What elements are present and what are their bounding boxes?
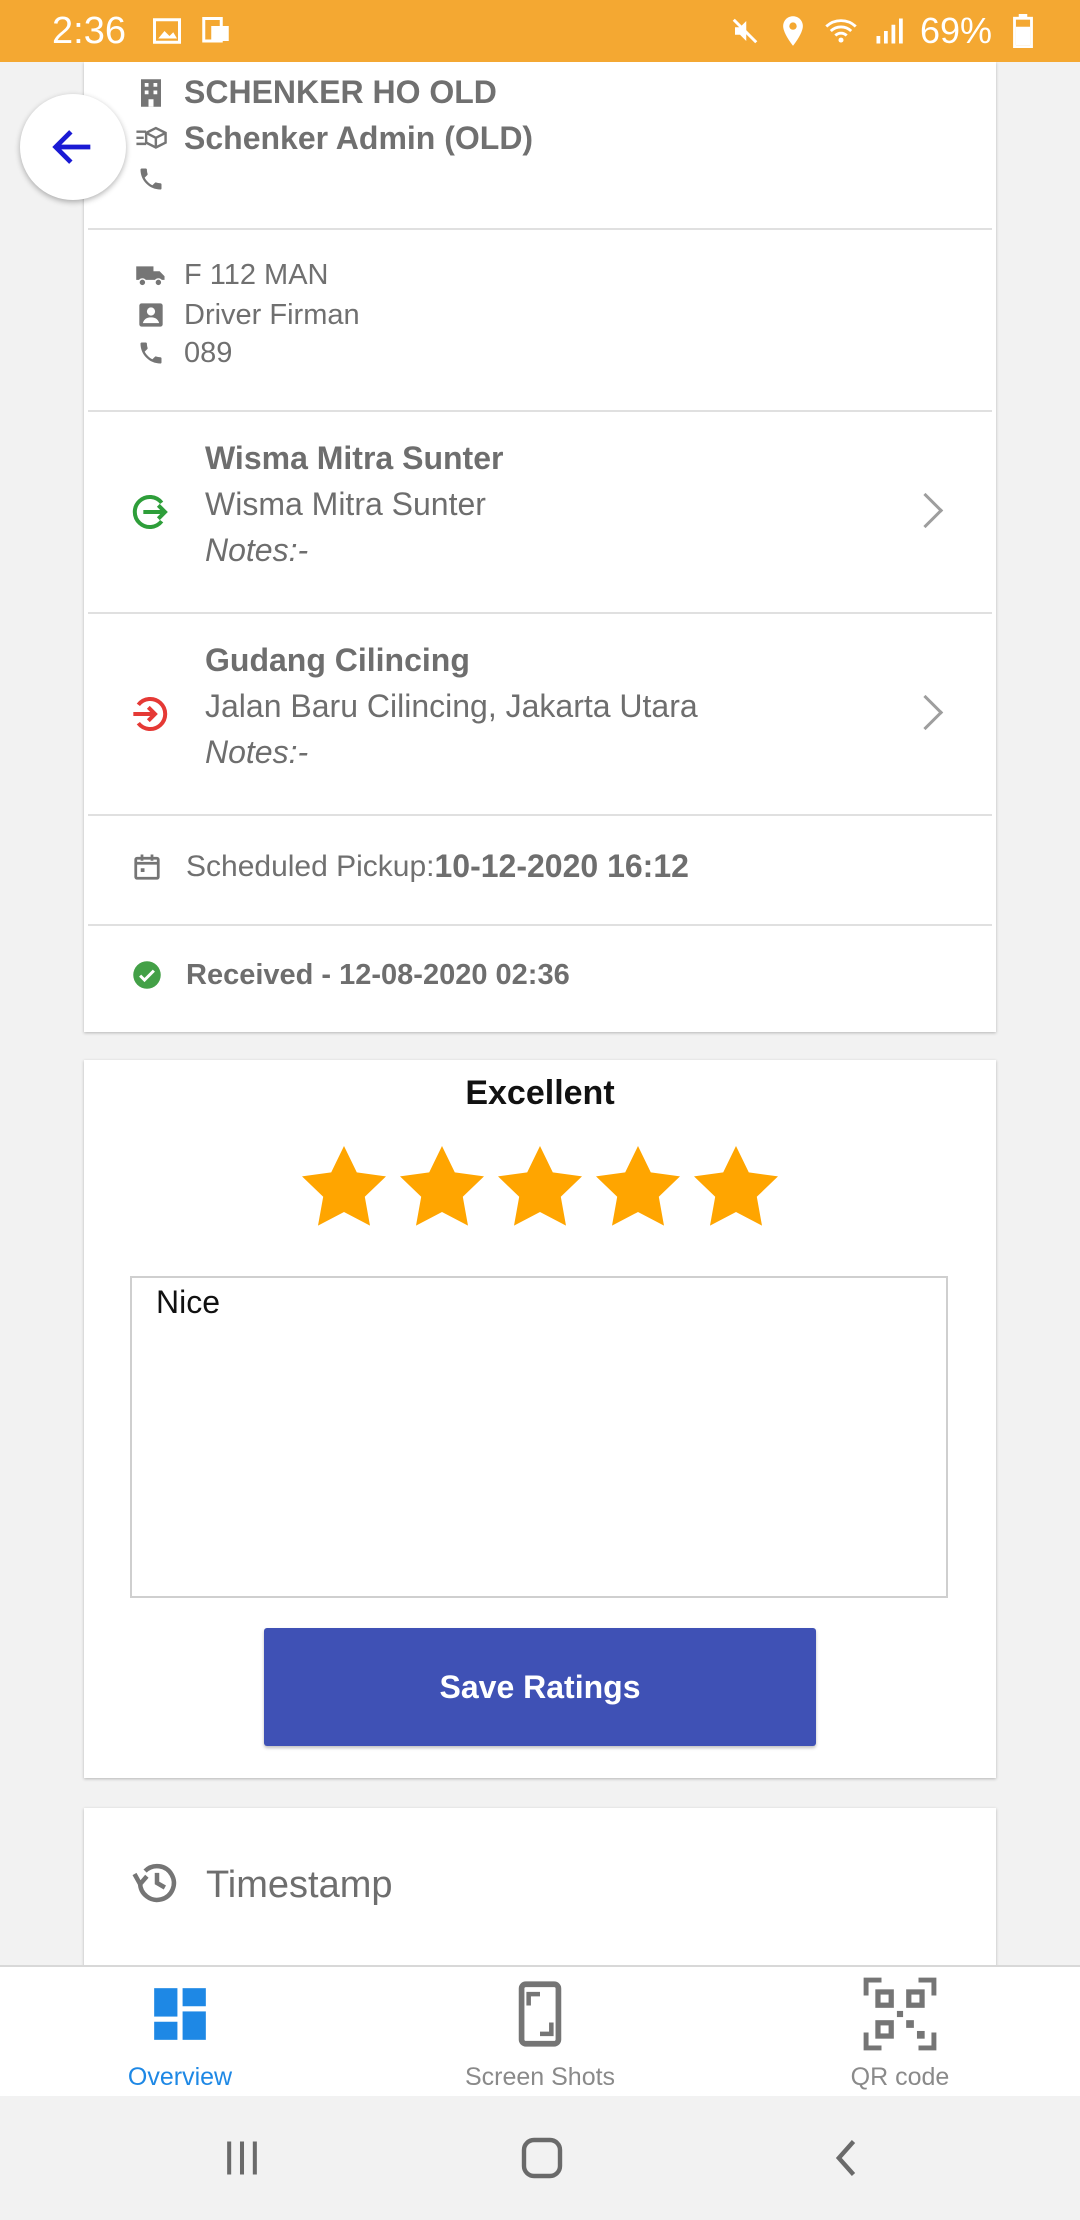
dropoff-icon <box>130 694 170 739</box>
origin-title: Wisma Mitra Sunter <box>205 440 504 476</box>
schedule-section: Scheduled Pickup: 10-12-2020 16:12 <box>88 814 992 926</box>
dashboard-icon <box>143 1977 217 2051</box>
status-time: 2:36 <box>52 10 126 52</box>
schedule-label: Scheduled Pickup: <box>186 849 435 883</box>
phone-icon[interactable] <box>134 336 168 370</box>
back-button[interactable] <box>20 94 126 200</box>
shipment-card: SCHENKER HO OLD Schenker Admin (OLD) F 1… <box>84 62 996 1032</box>
destination-location[interactable]: Gudang Cilincing Jalan Baru Cilincing, J… <box>88 612 992 816</box>
destination-address: Jalan Baru Cilincing, Jakarta Utara <box>205 688 698 724</box>
cast-icon <box>198 14 232 48</box>
destination-notes: Notes:- <box>205 734 309 770</box>
truck-icon <box>134 258 168 292</box>
arrow-back-icon <box>52 130 91 164</box>
status-bar: 2:36 69% <box>0 0 1080 62</box>
star-icon[interactable] <box>590 1140 686 1236</box>
battery-icon <box>1006 14 1040 48</box>
nav-screenshots[interactable]: Screen Shots <box>410 1967 670 2097</box>
check-circle-icon <box>130 958 164 992</box>
wifi-icon <box>824 14 858 48</box>
qr-code-icon <box>863 1977 937 2051</box>
driver-icon <box>134 298 168 332</box>
schedule-value: 10-12-2020 16:12 <box>434 848 689 884</box>
star-rating[interactable] <box>84 1140 996 1236</box>
nav-qrcode[interactable]: QR code <box>770 1967 1030 2097</box>
status-text: Received - 12-08-2020 02:36 <box>186 958 570 991</box>
chevron-right-icon <box>907 492 944 529</box>
timestamp-label: Timestamp <box>206 1864 393 1906</box>
star-icon[interactable] <box>394 1140 490 1236</box>
location-icon <box>776 14 810 48</box>
home-icon[interactable] <box>518 2134 566 2187</box>
origin-notes: Notes:- <box>205 532 309 568</box>
nav-overview-label: Overview <box>127 2063 233 2091</box>
destination-title: Gudang Cilincing <box>205 642 470 678</box>
chevron-right-icon <box>907 694 944 731</box>
battery-percent: 69% <box>919 10 992 51</box>
nav-overview[interactable]: Overview <box>50 1967 310 2097</box>
company-name: SCHENKER HO OLD <box>184 74 497 110</box>
driver-phone: 089 <box>184 336 233 369</box>
mute-icon <box>728 14 762 48</box>
signal-icon <box>872 14 906 48</box>
system-back-icon[interactable] <box>826 2136 870 2185</box>
nav-screenshots-label: Screen Shots <box>464 2063 616 2091</box>
origin-address: Wisma Mitra Sunter <box>205 486 486 522</box>
admin-icon <box>134 122 168 156</box>
recent-apps-icon[interactable] <box>220 2136 264 2185</box>
save-ratings-button[interactable]: Save Ratings <box>264 1628 816 1746</box>
history-icon <box>130 1856 184 1915</box>
company-section: SCHENKER HO OLD Schenker Admin (OLD) <box>88 62 992 230</box>
star-icon[interactable] <box>492 1140 588 1236</box>
calendar-icon <box>130 850 164 884</box>
driver-name: Driver Firman <box>184 298 360 331</box>
content-scroll[interactable]: SCHENKER HO OLD Schenker Admin (OLD) F 1… <box>0 62 1080 1966</box>
timestamp-card[interactable]: Timestamp <box>84 1808 996 1966</box>
bottom-nav: Overview Screen Shots QR code <box>0 1965 1080 2097</box>
phone-screenshot-icon <box>503 1977 577 2051</box>
rating-comment-input[interactable]: Nice <box>130 1276 948 1598</box>
status-section: Received - 12-08-2020 02:36 <box>88 924 992 1032</box>
building-icon <box>134 76 168 110</box>
star-icon[interactable] <box>688 1140 784 1236</box>
origin-location[interactable]: Wisma Mitra Sunter Wisma Mitra Sunter No… <box>88 410 992 614</box>
image-icon <box>150 14 184 48</box>
pickup-icon <box>130 492 170 537</box>
rating-label: Excellent <box>465 1074 615 1112</box>
vehicle-section: F 112 MAN Driver Firman 089 <box>88 228 992 412</box>
nav-qrcode-label: QR code <box>850 2063 950 2091</box>
rating-card: Excellent Nice Save Ratings <box>84 1060 996 1778</box>
company-admin: Schenker Admin (OLD) <box>184 120 534 156</box>
vehicle-plate: F 112 MAN <box>184 258 329 291</box>
star-icon[interactable] <box>296 1140 392 1236</box>
system-nav-bar <box>0 2096 1080 2220</box>
phone-icon[interactable] <box>134 162 168 196</box>
